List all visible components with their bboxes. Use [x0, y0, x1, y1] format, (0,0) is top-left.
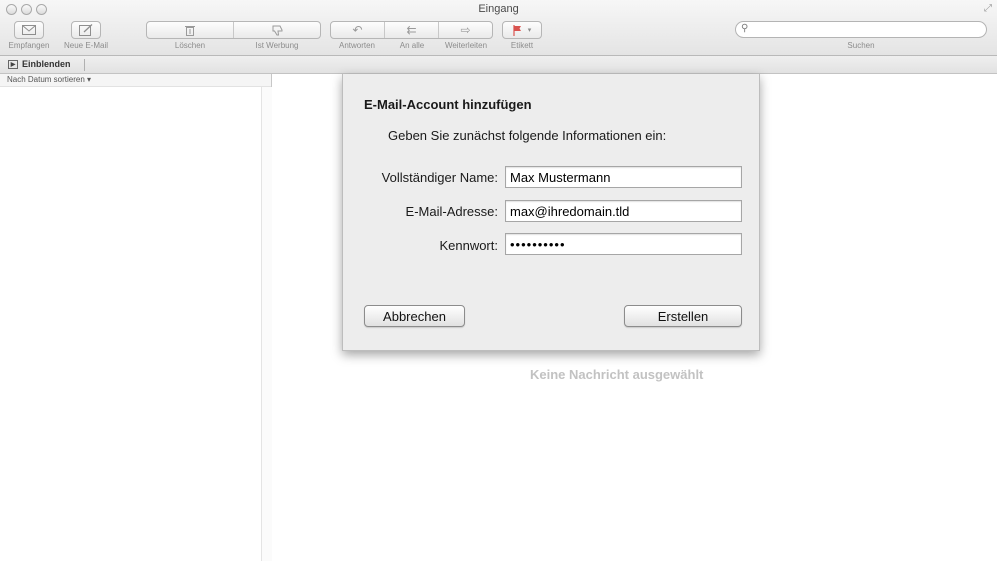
envelope-icon [22, 25, 36, 35]
receive-button[interactable] [14, 21, 44, 39]
cancel-button[interactable]: Abbrechen [364, 305, 465, 327]
name-label: Vollständiger Name: [381, 170, 498, 185]
password-field[interactable] [505, 233, 742, 255]
dialog-intro: Geben Sie zunächst folgende Informatione… [388, 128, 667, 143]
show-mailboxes-button[interactable]: ▶ Einblenden [8, 59, 71, 69]
flag-icon [513, 24, 521, 36]
search-label: Suchen [847, 41, 875, 50]
no-message-text: Keine Nachricht ausgewählt [530, 367, 704, 382]
email-field[interactable] [505, 200, 742, 222]
favorites-bar: ▶ Einblenden [0, 56, 997, 74]
reply-icon: ↶ [352, 23, 363, 37]
create-button[interactable]: Erstellen [624, 305, 742, 327]
message-list: Nach Datum sortieren ▾ [0, 74, 272, 561]
dialog-title: E-Mail-Account hinzufügen [364, 97, 532, 112]
search-icon: ⚲ [741, 23, 749, 34]
chevron-down-icon: ▾ [527, 27, 532, 34]
search-field[interactable]: ⚲ [735, 21, 987, 38]
favorites-divider [84, 59, 85, 71]
thumbs-down-icon [272, 25, 282, 35]
junk-button[interactable] [234, 21, 320, 39]
toolbar: Eingang ⤢ Empfangen Neue E-Mail Löschen … [0, 0, 997, 56]
new-mail-label: Neue E-Mail [63, 41, 108, 50]
sort-menu[interactable]: Nach Datum sortieren ▾ [0, 74, 271, 87]
forward-icon: ⇨ [460, 23, 471, 37]
fullscreen-icon[interactable]: ⤢ [984, 3, 992, 14]
reply-label: Antworten [338, 41, 376, 50]
reply-all-label: An alle [399, 41, 425, 50]
flag-label: Etikett [510, 41, 534, 50]
reply-all-button[interactable]: ⇇ [385, 21, 438, 39]
mail-window: Eingang ⤢ Empfangen Neue E-Mail Löschen … [0, 0, 997, 561]
password-label: Kennwort: [439, 238, 498, 253]
email-label: E-Mail-Adresse: [405, 204, 498, 219]
sidebar-toggle-icon: ▶ [8, 59, 18, 69]
compose-icon [79, 24, 93, 36]
reply-button[interactable]: ↶ [331, 21, 384, 39]
show-mailboxes-label: Einblenden [22, 59, 71, 69]
forward-label: Weiterleiten [444, 41, 488, 50]
junk-label: Ist Werbung [255, 41, 299, 50]
reply-all-icon: ⇇ [406, 23, 417, 37]
name-field[interactable] [505, 166, 742, 188]
list-scrollbar[interactable] [261, 87, 272, 561]
receive-label: Empfangen [8, 41, 50, 50]
add-account-dialog: E-Mail-Account hinzufügen Geben Sie zunä… [342, 74, 760, 351]
new-mail-button[interactable] [71, 21, 101, 39]
trash-icon [185, 25, 195, 36]
window-title: Eingang [478, 3, 519, 15]
delete-button[interactable] [147, 21, 233, 39]
flag-button[interactable]: ▾ [502, 21, 542, 39]
forward-button[interactable]: ⇨ [439, 21, 492, 39]
delete-label: Löschen [174, 41, 206, 50]
